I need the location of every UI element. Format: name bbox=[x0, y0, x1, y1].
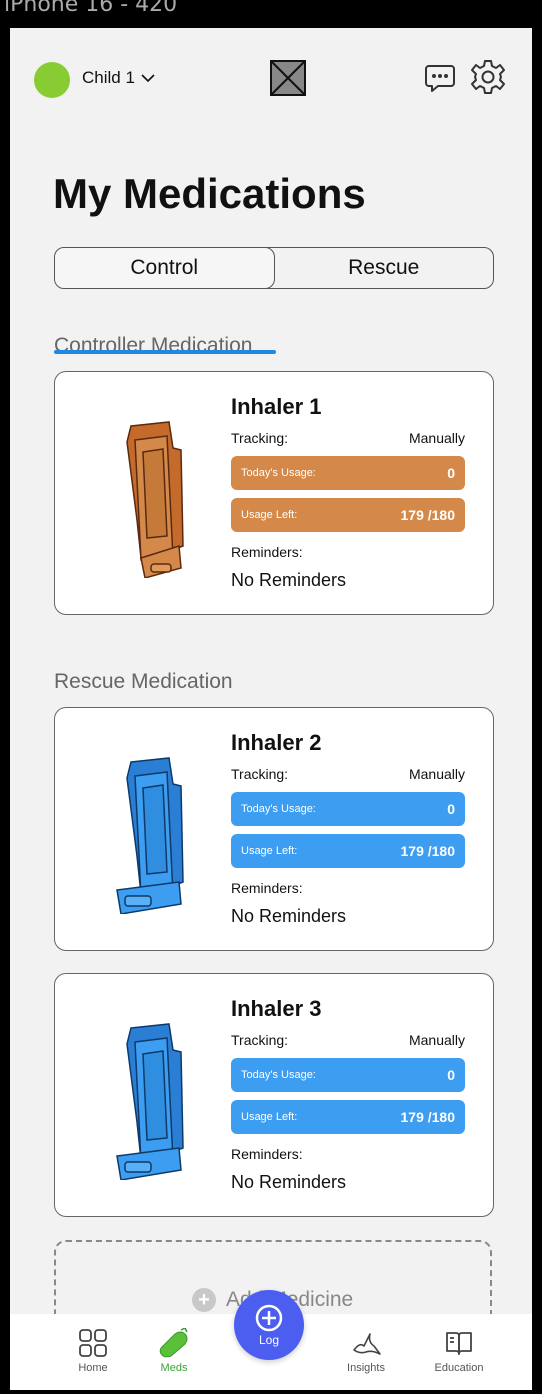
reminders-value: No Reminders bbox=[231, 906, 347, 926]
tab-education[interactable]: Education bbox=[419, 1328, 499, 1374]
section-controller-label[interactable]: Controller Medication bbox=[54, 334, 252, 358]
usage-left-value: 179 /180 bbox=[400, 1109, 456, 1125]
tracking-label: Tracking: bbox=[231, 1032, 289, 1048]
tab-insights[interactable]: Insights bbox=[326, 1328, 406, 1374]
section-rescue-label[interactable]: Rescue Medication bbox=[54, 670, 233, 694]
insights-icon bbox=[353, 1333, 381, 1355]
tracking-value: Manually bbox=[408, 766, 465, 782]
tracking-label: Tracking: bbox=[231, 766, 289, 782]
medication-name: Inhaler 3 bbox=[231, 996, 322, 1021]
usage-left-value: 179 /180 bbox=[400, 507, 456, 523]
usage-left-label: Usage Left: bbox=[241, 509, 298, 521]
tracking-label: Tracking: bbox=[231, 430, 289, 446]
usage-left-label: Usage Left: bbox=[241, 845, 298, 857]
plus-circle-icon bbox=[255, 1304, 283, 1332]
reminders-value: No Reminders bbox=[231, 1172, 347, 1192]
child-avatar[interactable] bbox=[34, 62, 70, 98]
reminders-value: No Reminders bbox=[231, 570, 347, 590]
medication-card[interactable]: Inhaler 1 Tracking: Manually Today's Usa… bbox=[54, 371, 494, 615]
tab-meds[interactable]: Meds bbox=[134, 1328, 214, 1374]
section-underline bbox=[54, 350, 276, 354]
tab-meds-label: Meds bbox=[160, 1362, 188, 1374]
page-title: My Medications bbox=[53, 170, 366, 217]
log-button[interactable]: Log bbox=[234, 1290, 304, 1360]
segment-rescue-tab[interactable]: Rescue bbox=[275, 248, 494, 288]
tab-education-label: Education bbox=[434, 1362, 484, 1374]
usage-left-pill: Usage Left: 179 /180 bbox=[231, 498, 465, 532]
reminders-label: Reminders: bbox=[231, 880, 303, 896]
todays-usage-pill: Today's Usage: 0 bbox=[231, 456, 465, 490]
home-grid-icon bbox=[79, 1329, 107, 1357]
child-name: Child 1 bbox=[82, 68, 135, 87]
reminders-label: Reminders: bbox=[231, 544, 303, 560]
todays-usage-pill: Today's Usage: 0 bbox=[231, 1058, 465, 1092]
todays-usage-value: 0 bbox=[447, 801, 455, 817]
screen: Child 1 My Medications Control Rescue Co… bbox=[10, 28, 532, 1390]
tracking-value: Manually bbox=[408, 430, 465, 446]
tab-home-label: Home bbox=[78, 1362, 108, 1374]
usage-left-pill: Usage Left: 179 /180 bbox=[231, 834, 465, 868]
todays-usage-value: 0 bbox=[447, 1067, 455, 1083]
todays-usage-pill: Today's Usage: 0 bbox=[231, 792, 465, 826]
inhaler-image bbox=[126, 421, 184, 578]
chat-icon[interactable] bbox=[424, 62, 456, 94]
tab-insights-label: Insights bbox=[347, 1362, 385, 1374]
meds-pill-icon bbox=[159, 1328, 188, 1358]
medication-name: Inhaler 1 bbox=[231, 394, 322, 419]
todays-usage-label: Today's Usage: bbox=[241, 467, 316, 479]
logo-placeholder-icon bbox=[270, 60, 306, 96]
usage-left-pill: Usage Left: 179 /180 bbox=[231, 1100, 465, 1134]
segment-control-tab[interactable]: Control bbox=[55, 248, 275, 288]
child-selector[interactable]: Child 1 bbox=[82, 68, 155, 88]
usage-left-value: 179 /180 bbox=[400, 843, 456, 859]
gear-icon[interactable] bbox=[470, 59, 506, 95]
chevron-down-icon bbox=[141, 74, 155, 83]
medication-card[interactable]: Inhaler 2 Tracking: Manually Today's Usa… bbox=[54, 707, 494, 951]
tab-home[interactable]: Home bbox=[53, 1328, 133, 1374]
medication-name: Inhaler 2 bbox=[231, 730, 322, 755]
usage-left-label: Usage Left: bbox=[241, 1111, 298, 1123]
segment-control: Control Rescue bbox=[54, 247, 494, 289]
inhaler-image bbox=[116, 757, 184, 914]
plus-icon: + bbox=[192, 1288, 216, 1312]
todays-usage-value: 0 bbox=[447, 465, 455, 481]
frame-label: iPhone 16 - 420 bbox=[4, 0, 178, 17]
todays-usage-label: Today's Usage: bbox=[241, 1069, 316, 1081]
log-label: Log bbox=[258, 1333, 280, 1347]
tracking-value: Manually bbox=[408, 1032, 465, 1048]
reminders-label: Reminders: bbox=[231, 1146, 303, 1162]
medication-card[interactable]: Inhaler 3 Tracking: Manually Today's Usa… bbox=[54, 973, 494, 1217]
inhaler-image bbox=[116, 1023, 184, 1180]
todays-usage-label: Today's Usage: bbox=[241, 803, 316, 815]
book-icon bbox=[446, 1332, 472, 1355]
